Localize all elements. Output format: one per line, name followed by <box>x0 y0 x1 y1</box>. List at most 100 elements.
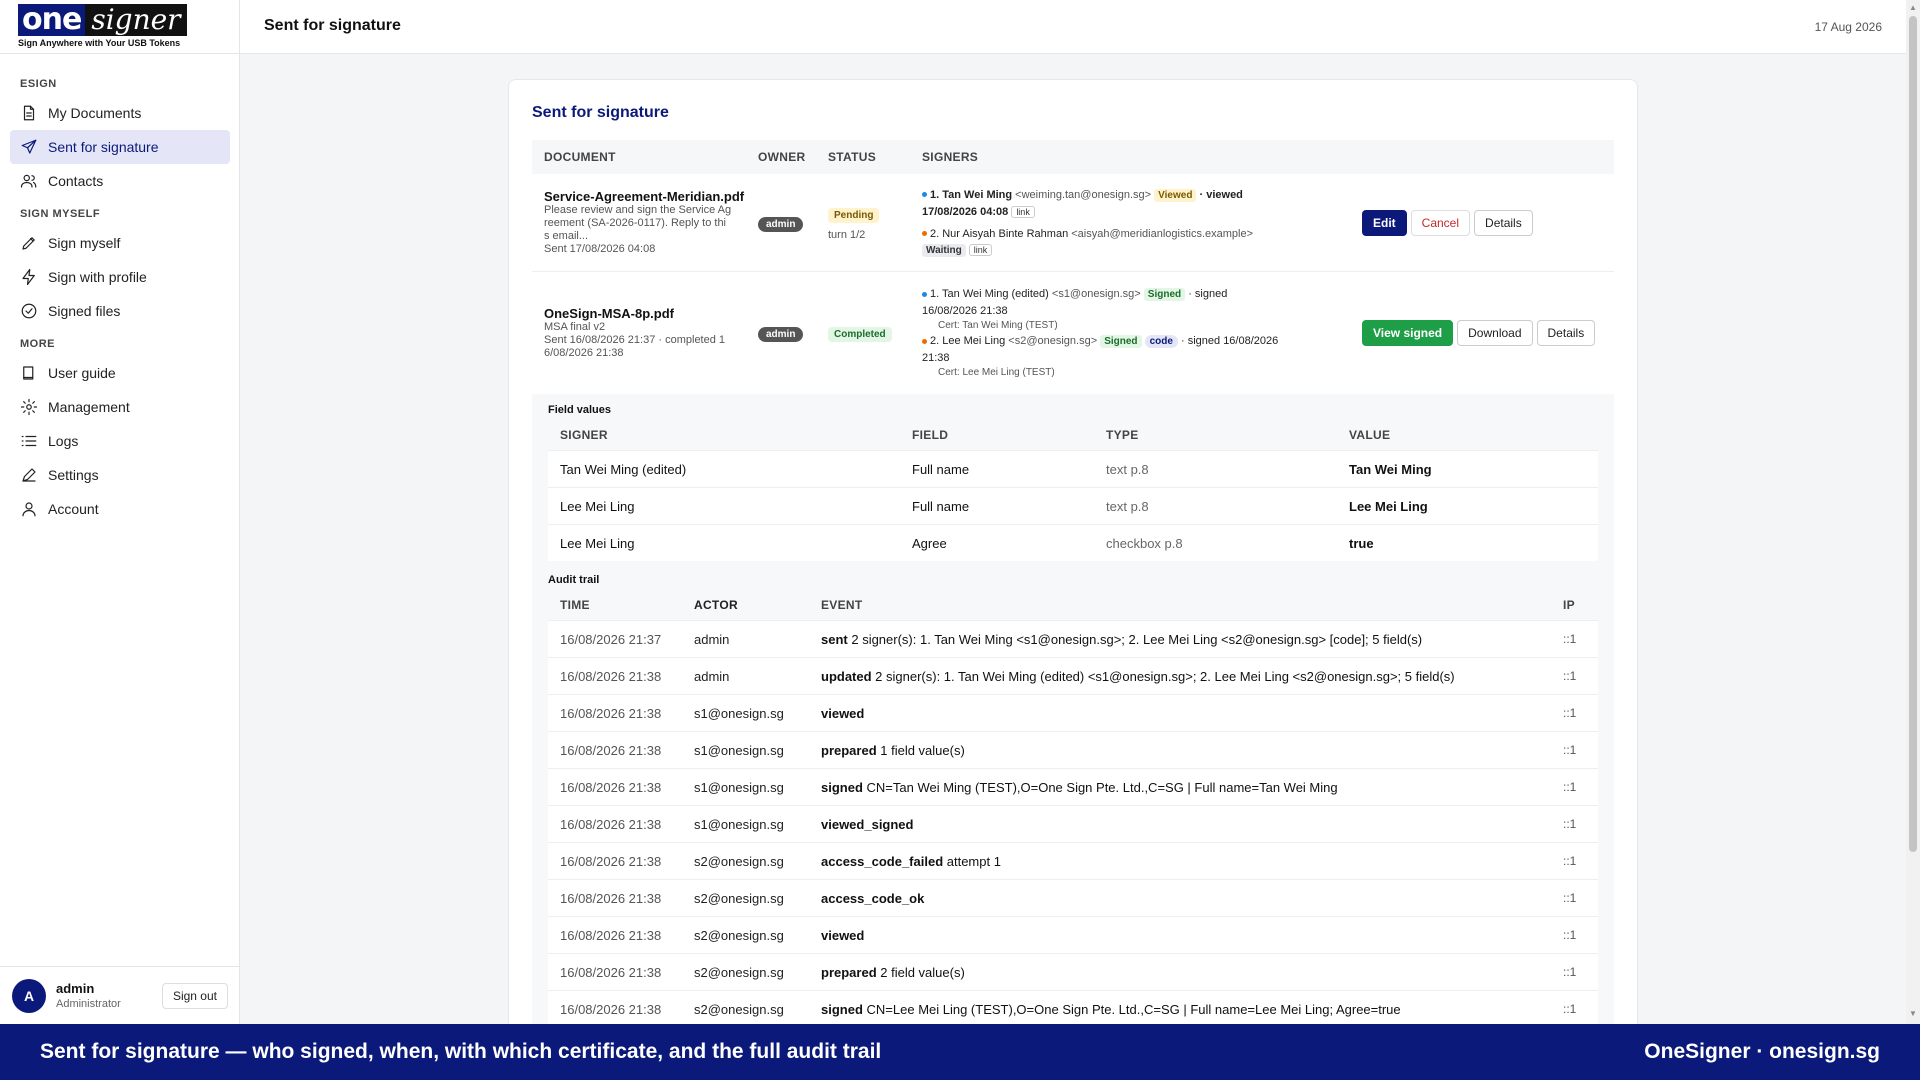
field-signer: Tan Wei Ming (edited) <box>560 461 687 477</box>
view-signed-button[interactable]: View signed <box>1362 320 1454 346</box>
audit-actor: s2@onesign.sg <box>694 964 784 980</box>
audit-time: 16/08/2026 21:38 <box>560 853 662 869</box>
table-row: 16/08/2026 21:38 s2@onesign.sg access_code… <box>548 842 1598 879</box>
audit-time: 16/08/2026 21:38 <box>560 705 662 721</box>
col-status: STATUS <box>828 150 877 164</box>
signer-status-text: · viewed <box>1199 188 1243 201</box>
table-row: 16/08/2026 21:38 s1@onesign.sg signed CN=T… <box>548 768 1598 805</box>
scroll-up-arrow-icon[interactable]: ▲ <box>1909 4 1917 12</box>
logo-signer: signer <box>85 4 187 36</box>
audit-time: 16/08/2026 21:38 <box>560 890 662 906</box>
audit-actor: s1@onesign.sg <box>694 705 784 721</box>
audit-actor: s2@onesign.sg <box>694 1001 784 1017</box>
document-name[interactable]: OneSign-MSA-8p.pdf <box>544 306 758 321</box>
turn-indicator: turn 1/2 <box>828 228 866 241</box>
signer-email: <weiming.tan@onesign.sg> <box>1015 188 1152 201</box>
audit-event: viewed_signed <box>821 817 1555 832</box>
audit-event-name: access_code_ok <box>821 890 925 906</box>
gear-icon <box>20 398 38 416</box>
book-icon <box>20 364 38 382</box>
edit-button[interactable]: Edit <box>1362 209 1407 236</box>
list-icon <box>20 432 38 450</box>
status-badge: Pending <box>828 207 880 223</box>
field-name: Full name <box>912 498 970 514</box>
table-row: Lee Mei Ling Full name text p.8 Lee Mei … <box>548 487 1598 524</box>
nav-section-esign: ESIGN <box>20 78 57 90</box>
field-signer: Lee Mei Ling <box>560 498 635 514</box>
audit-event-name: prepared <box>821 742 877 758</box>
sidebar-user: A admin Administrator Sign out <box>0 966 240 1024</box>
document-desc: s email... <box>544 230 589 242</box>
sidebar-item-management[interactable]: Management <box>10 390 230 424</box>
signer-date: 16/08/2026 21:38 <box>922 305 1008 317</box>
field-type: text p.8 <box>1106 461 1149 477</box>
signer-name: 2. Lee Mei Ling <box>930 335 1006 347</box>
field-type: text p.8 <box>1106 498 1149 514</box>
scroll-down-arrow-icon[interactable]: ▼ <box>1909 1010 1917 1018</box>
details-button[interactable]: Details <box>1474 209 1533 236</box>
col-time: TIME <box>560 598 590 612</box>
sidebar-item-my-documents[interactable]: My Documents <box>10 96 230 130</box>
copy-link-button[interactable]: link <box>968 243 993 256</box>
field-signer: Lee Mei Ling <box>560 535 635 551</box>
audit-time: 16/08/2026 21:38 <box>560 927 662 943</box>
signer-entry: 2. Nur Aisyah Binte Rahman <aisyah@merid… <box>922 226 1362 242</box>
table-row: 16/08/2026 21:38 admin updated 2 signer(s)… <box>548 657 1598 694</box>
audit-event-name: signed <box>821 1001 863 1017</box>
audit-event: access_code_failed attempt 1 <box>821 854 1555 869</box>
sidebar: one signer Sign Anywhere with Your USB T… <box>0 0 240 1024</box>
sidebar-item-account[interactable]: Account <box>10 492 230 526</box>
sidebar-item-label: Settings <box>48 467 99 483</box>
audit-actor: admin <box>694 668 730 684</box>
download-button[interactable]: Download <box>1457 320 1533 346</box>
audit-time: 16/08/2026 21:38 <box>560 779 662 795</box>
audit-event-detail: 2 signer(s): 1. Tan Wei Ming <s1@onesign… <box>847 631 1423 647</box>
document-desc: Please review and sign the Service Ag <box>544 204 732 216</box>
audit-actor: s1@onesign.sg <box>694 742 784 758</box>
sidebar-divider <box>0 53 240 54</box>
field-values-header: SIGNER FIELD TYPE VALUE <box>548 420 1598 450</box>
sidebar-item-user-guide[interactable]: User guide <box>10 356 230 390</box>
sidebar-item-label: My Documents <box>48 105 142 121</box>
audit-ip: ::1 <box>1563 632 1577 646</box>
check-circle-icon <box>20 302 38 320</box>
sidebar-item-contacts[interactable]: Contacts <box>10 164 230 198</box>
audit-ip: ::1 <box>1563 928 1577 942</box>
nav-section-more: MORE <box>20 338 55 350</box>
scroll-thumb[interactable] <box>1909 16 1917 852</box>
sidebar-item-settings[interactable]: Settings <box>10 458 230 492</box>
sidebar-item-label: Sent for signature <box>48 139 159 155</box>
document-name[interactable]: Service-Agreement-Meridian.pdf <box>544 189 758 204</box>
audit-event-name: viewed <box>821 705 865 721</box>
audit-event-name: signed <box>821 779 863 795</box>
table-row: OneSign-MSA-8p.pdf MSA final v2 Sent 16/… <box>532 272 1614 394</box>
page-scrollbar[interactable]: ▲ ▼ <box>1906 0 1920 1024</box>
signer-entry-detail: Waiting link <box>922 242 1362 259</box>
sidebar-item-sign-with-profile[interactable]: Sign with profile <box>10 260 230 294</box>
signer-name: 2. Nur Aisyah Binte Rahman <box>930 227 1069 240</box>
user-role: Administrator <box>56 998 121 1010</box>
sidebar-item-sent-for-signature[interactable]: Sent for signature <box>10 130 230 164</box>
audit-event: viewed <box>821 706 1555 721</box>
table-row: 16/08/2026 21:38 s2@onesign.sg viewed::1 <box>548 916 1598 953</box>
user-icon <box>20 500 38 518</box>
sign-out-button[interactable]: Sign out <box>161 982 228 1009</box>
copy-link-button[interactable]: link <box>1011 205 1035 218</box>
field-value: true <box>1349 535 1374 551</box>
sidebar-item-sign-myself[interactable]: Sign myself <box>10 226 230 260</box>
col-actor: ACTOR <box>694 598 738 612</box>
caption-banner: Sent for signature — who signed, when, w… <box>0 1024 1920 1080</box>
audit-ip: ::1 <box>1563 669 1577 683</box>
document-completed-date: 6/08/2026 21:38 <box>544 347 624 359</box>
cancel-button[interactable]: Cancel <box>1410 209 1471 236</box>
sidebar-item-logs[interactable]: Logs <box>10 424 230 458</box>
details-button[interactable]: Details <box>1536 320 1596 346</box>
sidebar-item-signed-files[interactable]: Signed files <box>10 294 230 328</box>
onesigner-logo[interactable]: one signer Sign Anywhere with Your USB T… <box>18 4 187 50</box>
sidebar-item-label: Management <box>48 399 130 415</box>
field-values-title: Field values <box>548 404 611 416</box>
table-row: Tan Wei Ming (edited) Full name text p.8… <box>548 450 1598 487</box>
audit-event-name: viewed <box>821 927 865 943</box>
signer-status-badge: Viewed <box>1154 188 1197 202</box>
table-row: Service-Agreement-Meridian.pdf Please re… <box>532 174 1614 272</box>
